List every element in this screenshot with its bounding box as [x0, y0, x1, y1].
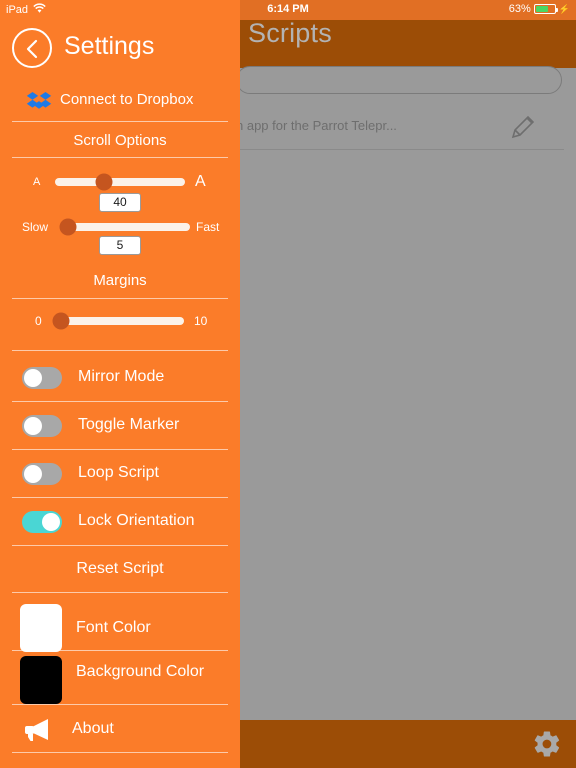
divider: [12, 350, 228, 351]
toggle-knob: [24, 369, 42, 387]
ipad-screen: Scripts n app for the Parrot Telepr... S…: [0, 0, 576, 768]
clock: 6:14 PM: [267, 3, 309, 15]
background-color-swatch[interactable]: [20, 656, 62, 704]
battery-icon: [533, 4, 558, 14]
background-bottom-bar: [240, 720, 576, 768]
reset-script-button[interactable]: Reset Script: [0, 548, 240, 592]
scroll-speed-slider-thumb[interactable]: [59, 218, 77, 236]
font-size-slider-thumb[interactable]: [95, 173, 113, 191]
mirror-mode-toggle[interactable]: [22, 367, 62, 389]
margins-slider-thumb[interactable]: [52, 312, 70, 330]
script-search-input[interactable]: [236, 66, 562, 94]
chevron-left-icon: [26, 39, 38, 59]
background-color-row[interactable]: Background Color: [0, 650, 240, 706]
list-item-title: n app for the Parrot Telepr...: [236, 118, 397, 133]
settings-sidebar: Settings Connect to Dropbox Scroll Optio…: [0, 0, 240, 768]
toggle-knob: [42, 513, 60, 531]
toggle-knob: [24, 465, 42, 483]
font-color-swatch[interactable]: [20, 604, 62, 652]
section-scroll-options: Scroll Options: [73, 132, 167, 149]
margins-min-label: 0: [35, 314, 42, 328]
toggle-marker-toggle[interactable]: [22, 415, 62, 437]
divider: [12, 704, 228, 705]
megaphone-icon: [22, 717, 54, 743]
list-item[interactable]: n app for the Parrot Telepr...: [236, 104, 564, 150]
scroll-speed-min-label: Slow: [22, 220, 49, 234]
divider: [12, 545, 228, 546]
toggle-row-toggle-marker[interactable]: Toggle Marker: [0, 402, 240, 449]
lock-orientation-label: Lock Orientation: [78, 512, 195, 529]
font-size-slider[interactable]: [55, 173, 185, 191]
loop-script-label: Loop Script: [78, 464, 159, 481]
status-bar-right: 63% ⚡: [509, 3, 570, 15]
battery-fill: [535, 6, 549, 12]
font-color-row[interactable]: Font Color: [0, 598, 240, 654]
sidebar-header: Settings: [0, 20, 240, 78]
font-color-label: Font Color: [76, 619, 151, 636]
battery-percent-label: 63%: [508, 3, 531, 15]
toggle-row-lock-orientation[interactable]: Lock Orientation: [0, 498, 240, 545]
dropbox-icon: [26, 89, 52, 115]
section-margins: Margins: [93, 272, 147, 289]
toggle-marker-label: Toggle Marker: [78, 416, 180, 433]
lock-orientation-toggle[interactable]: [22, 511, 62, 533]
connect-dropbox-label: Connect to Dropbox: [60, 91, 194, 108]
loop-script-toggle[interactable]: [22, 463, 62, 485]
margins-slider[interactable]: [52, 312, 184, 330]
status-bar: iPad 6:14 PM 63% ⚡: [0, 0, 576, 20]
divider: [12, 298, 228, 299]
pencil-icon[interactable]: [508, 112, 538, 142]
font-size-value[interactable]: 40: [99, 193, 141, 212]
scroll-speed-max-label: Fast: [196, 220, 220, 234]
margins-max-label: 10: [194, 314, 208, 328]
scroll-speed-value[interactable]: 5: [99, 236, 141, 255]
font-size-min-label: A: [33, 176, 41, 188]
mirror-mode-label: Mirror Mode: [78, 368, 165, 385]
scripts-list: n app for the Parrot Telepr...: [236, 104, 564, 150]
reset-script-label: Reset Script: [76, 560, 164, 577]
charging-bolt-icon: ⚡: [558, 3, 570, 14]
background-page-title: Scripts: [248, 18, 332, 48]
gear-icon[interactable]: [532, 729, 562, 759]
about-button[interactable]: About: [0, 708, 240, 752]
divider: [12, 157, 228, 158]
margins-slider-row: 0 10: [0, 308, 240, 334]
scroll-speed-slider[interactable]: [59, 218, 190, 236]
divider: [12, 752, 228, 753]
toggle-row-loop-script[interactable]: Loop Script: [0, 450, 240, 497]
font-size-max-label: A: [195, 173, 206, 190]
background-color-label: Background Color: [76, 663, 205, 680]
about-label: About: [72, 720, 114, 737]
toggle-row-mirror-mode[interactable]: Mirror Mode: [0, 354, 240, 401]
divider: [12, 121, 228, 122]
page-title: Settings: [64, 32, 155, 60]
divider: [12, 592, 228, 593]
connect-dropbox-button[interactable]: Connect to Dropbox: [0, 84, 240, 120]
back-button[interactable]: [12, 28, 52, 68]
toggle-knob: [24, 417, 42, 435]
font-size-slider-row: A A: [0, 168, 240, 196]
